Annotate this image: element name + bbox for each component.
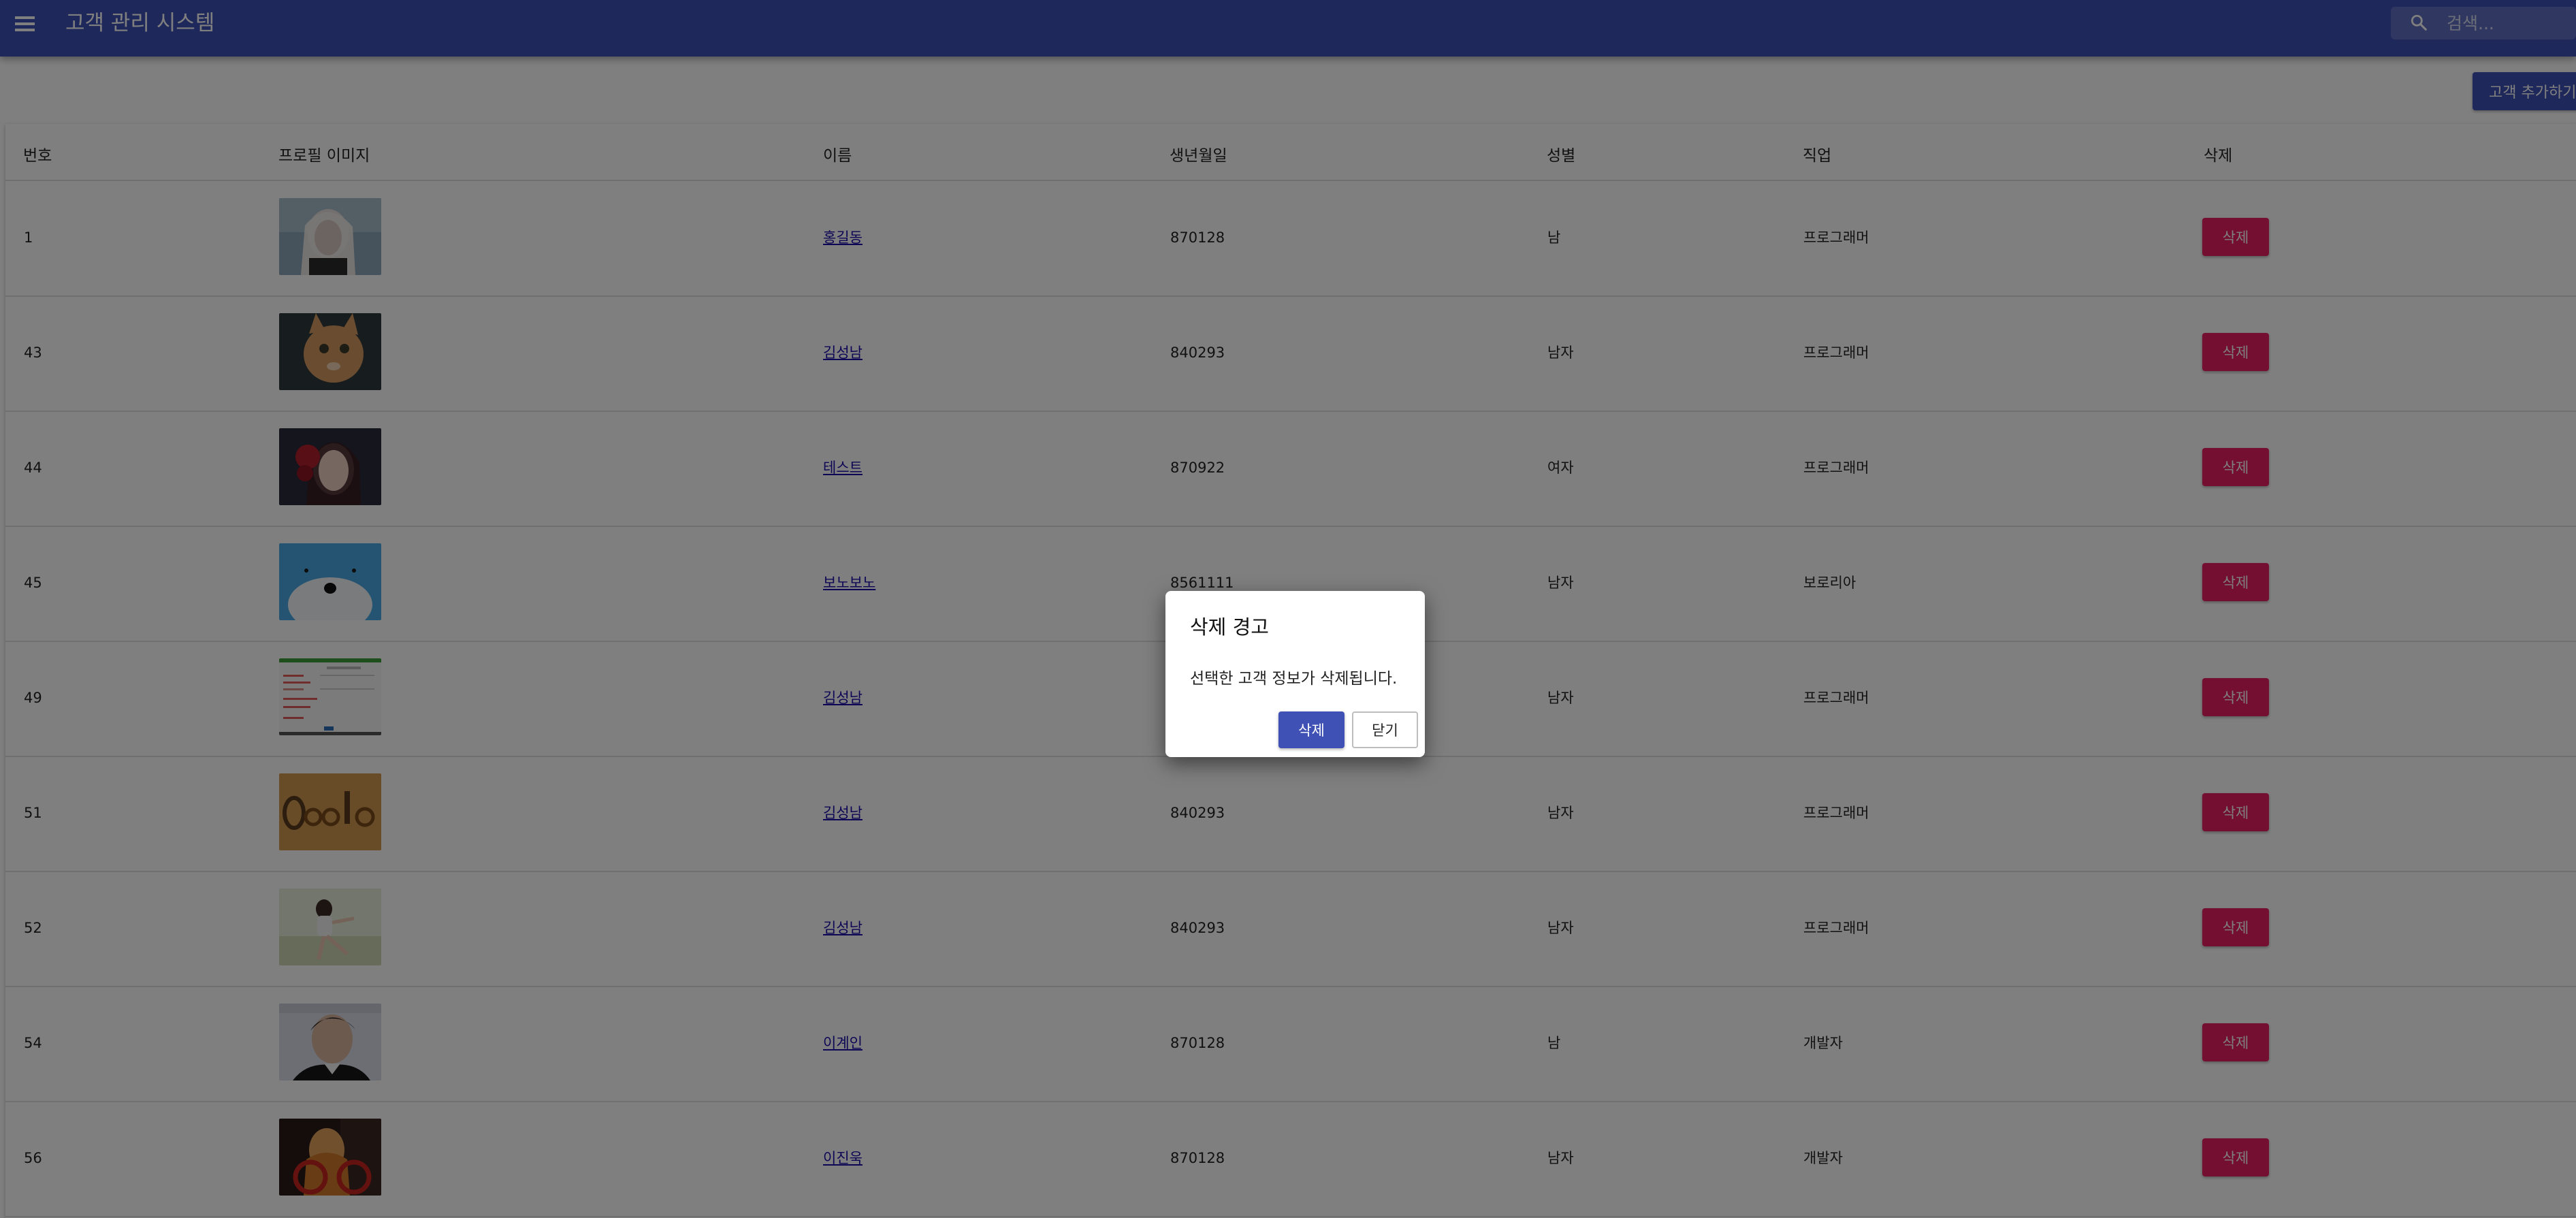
confirm-delete-button[interactable]: 삭제 (1278, 711, 1345, 748)
customer-management-page: 고객 관리 시스템 고객 추가하기 번호 프로필 이미지 이름 생년월일 성별 … (0, 0, 2576, 1218)
dialog-message: 선택한 고객 정보가 삭제됩니다. (1190, 670, 1398, 688)
close-dialog-button[interactable]: 닫기 (1352, 711, 1418, 748)
dialog-title: 삭제 경고 (1190, 615, 1269, 639)
delete-warning-dialog: 삭제 경고 선택한 고객 정보가 삭제됩니다. 삭제 닫기 (1165, 591, 1425, 757)
